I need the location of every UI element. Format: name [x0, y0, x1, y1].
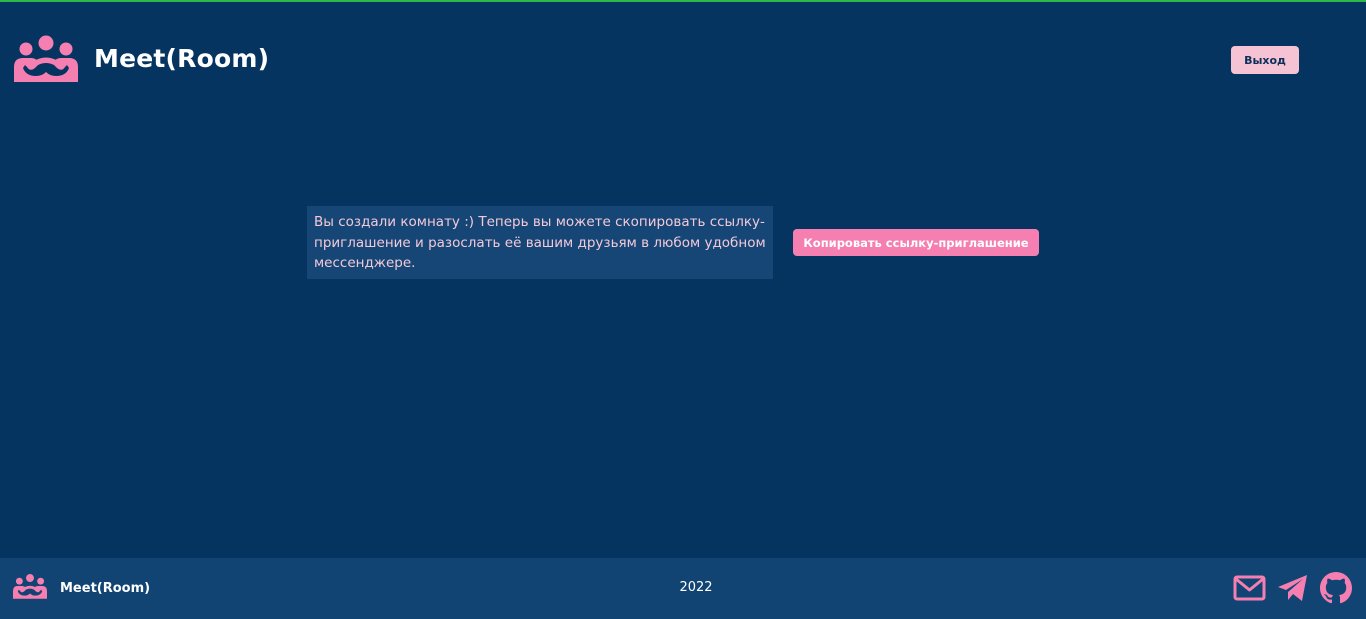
exit-button[interactable]: Выход: [1231, 46, 1299, 74]
copy-invite-link-button[interactable]: Копировать ссылку-приглашение: [793, 229, 1039, 256]
room-created-message: Вы создали комнату :) Теперь вы можете с…: [307, 206, 773, 279]
logo[interactable]: Meet(Room): [14, 34, 269, 82]
github-icon: [1320, 572, 1352, 604]
page: Meet(Room) Выход Вы создали комнату :) Т…: [0, 0, 1366, 619]
mail-icon: [1233, 575, 1266, 601]
footer: Meet(Room) 2022: [0, 558, 1366, 619]
copyright-year: 2022: [679, 580, 713, 595]
people-group-icon: [14, 34, 78, 82]
mail-link[interactable]: [1233, 575, 1266, 601]
telegram-link[interactable]: [1277, 573, 1309, 603]
header: Meet(Room) Выход: [0, 2, 1366, 112]
github-link[interactable]: [1320, 572, 1352, 604]
social-links: [1222, 572, 1352, 604]
telegram-icon: [1277, 573, 1309, 603]
app-title: Meet(Room): [94, 43, 270, 73]
